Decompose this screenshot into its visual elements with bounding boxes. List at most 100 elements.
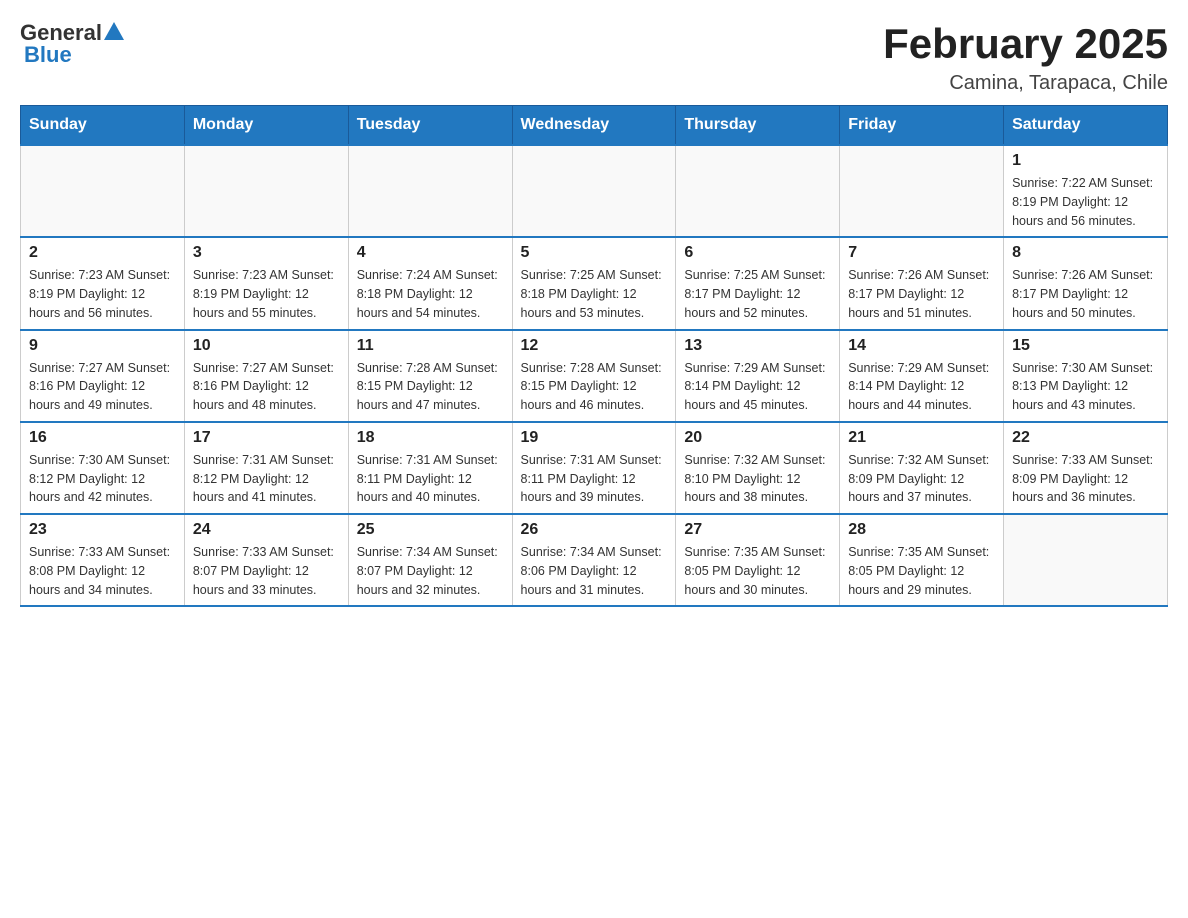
calendar-cell: 28Sunrise: 7:35 AM Sunset: 8:05 PM Dayli… bbox=[840, 514, 1004, 606]
calendar-cell bbox=[512, 145, 676, 237]
page-header: General Blue February 2025 Camina, Tarap… bbox=[20, 20, 1168, 95]
calendar-cell: 13 Sunrise: 7:29 AM Sunset: 8:14 PM Dayli… bbox=[676, 330, 840, 422]
day-number: 9 bbox=[29, 337, 176, 355]
day-info: Sunrise: 7:30 AM Sunset: 8:12 PM Dayligh… bbox=[29, 451, 176, 507]
weekday-header-thursday: Thursday bbox=[676, 106, 840, 146]
day-number: 14 bbox=[848, 337, 995, 355]
logo: General Blue bbox=[20, 20, 124, 68]
calendar-cell: 7 Sunrise: 7:26 AM Sunset: 8:17 PM Daylig… bbox=[840, 237, 1004, 329]
calendar-week-row: 9 Sunrise: 7:27 AM Sunset: 8:16 PM Daylig… bbox=[21, 330, 1168, 422]
day-info: Sunrise: 7:32 AM Sunset: 8:10 PM Dayligh… bbox=[684, 451, 831, 507]
day-info: Sunrise: 7:33 AM Sunset: 8:07 PM Dayligh… bbox=[193, 543, 340, 599]
calendar-cell: 15 Sunrise: 7:30 AM Sunset: 8:13 PM Dayli… bbox=[1004, 330, 1168, 422]
day-number: 25 bbox=[357, 521, 504, 539]
day-number: 23 bbox=[29, 521, 176, 539]
calendar-cell: 9 Sunrise: 7:27 AM Sunset: 8:16 PM Daylig… bbox=[21, 330, 185, 422]
day-info: Sunrise: 7:31 AM Sunset: 8:11 PM Dayligh… bbox=[357, 451, 504, 507]
weekday-header-wednesday: Wednesday bbox=[512, 106, 676, 146]
day-info: Sunrise: 7:25 AM Sunset: 8:18 PM Dayligh… bbox=[521, 266, 668, 322]
calendar-cell: 6 Sunrise: 7:25 AM Sunset: 8:17 PM Daylig… bbox=[676, 237, 840, 329]
calendar-cell: 27 Sunrise: 7:35 AM Sunset: 8:05 PM Dayli… bbox=[676, 514, 840, 606]
calendar-cell: 16 Sunrise: 7:30 AM Sunset: 8:12 PM Dayli… bbox=[21, 422, 185, 514]
calendar-cell: 23 Sunrise: 7:33 AM Sunset: 8:08 PM Dayli… bbox=[21, 514, 185, 606]
day-info: Sunrise: 7:25 AM Sunset: 8:17 PM Dayligh… bbox=[684, 266, 831, 322]
day-info: Sunrise: 7:27 AM Sunset: 8:16 PM Dayligh… bbox=[193, 359, 340, 415]
calendar-title: February 2025 bbox=[883, 20, 1168, 68]
day-info: Sunrise: 7:26 AM Sunset: 8:17 PM Dayligh… bbox=[1012, 266, 1159, 322]
day-info: Sunrise: 7:23 AM Sunset: 8:19 PM Dayligh… bbox=[193, 266, 340, 322]
calendar-cell: 19 Sunrise: 7:31 AM Sunset: 8:11 PM Dayli… bbox=[512, 422, 676, 514]
weekday-header-sunday: Sunday bbox=[21, 106, 185, 146]
day-number: 6 bbox=[684, 244, 831, 262]
day-number: 1 bbox=[1012, 152, 1159, 170]
calendar-cell: 17 Sunrise: 7:31 AM Sunset: 8:12 PM Dayli… bbox=[184, 422, 348, 514]
day-number: 16 bbox=[29, 429, 176, 447]
day-number: 27 bbox=[684, 521, 831, 539]
calendar-week-row: 16 Sunrise: 7:30 AM Sunset: 8:12 PM Dayli… bbox=[21, 422, 1168, 514]
weekday-header-saturday: Saturday bbox=[1004, 106, 1168, 146]
day-info: Sunrise: 7:26 AM Sunset: 8:17 PM Dayligh… bbox=[848, 266, 995, 322]
day-info: Sunrise: 7:33 AM Sunset: 8:09 PM Dayligh… bbox=[1012, 451, 1159, 507]
day-number: 22 bbox=[1012, 429, 1159, 447]
calendar-cell: 11Sunrise: 7:28 AM Sunset: 8:15 PM Dayli… bbox=[348, 330, 512, 422]
day-number: 26 bbox=[521, 521, 668, 539]
calendar-subtitle: Camina, Tarapaca, Chile bbox=[883, 72, 1168, 95]
day-info: Sunrise: 7:35 AM Sunset: 8:05 PM Dayligh… bbox=[848, 543, 995, 599]
calendar-week-row: 1 Sunrise: 7:22 AM Sunset: 8:19 PM Daylig… bbox=[21, 145, 1168, 237]
calendar-week-row: 2 Sunrise: 7:23 AM Sunset: 8:19 PM Daylig… bbox=[21, 237, 1168, 329]
day-number: 10 bbox=[193, 337, 340, 355]
calendar-cell: 18 Sunrise: 7:31 AM Sunset: 8:11 PM Dayli… bbox=[348, 422, 512, 514]
calendar-cell bbox=[348, 145, 512, 237]
day-info: Sunrise: 7:24 AM Sunset: 8:18 PM Dayligh… bbox=[357, 266, 504, 322]
day-info: Sunrise: 7:35 AM Sunset: 8:05 PM Dayligh… bbox=[684, 543, 831, 599]
day-number: 21 bbox=[848, 429, 995, 447]
calendar-cell: 1 Sunrise: 7:22 AM Sunset: 8:19 PM Daylig… bbox=[1004, 145, 1168, 237]
day-number: 15 bbox=[1012, 337, 1159, 355]
calendar-cell bbox=[21, 145, 185, 237]
day-number: 5 bbox=[521, 244, 668, 262]
calendar-header-row: SundayMondayTuesdayWednesdayThursdayFrid… bbox=[21, 106, 1168, 146]
calendar-cell: 24 Sunrise: 7:33 AM Sunset: 8:07 PM Dayli… bbox=[184, 514, 348, 606]
day-number: 8 bbox=[1012, 244, 1159, 262]
day-number: 3 bbox=[193, 244, 340, 262]
day-number: 18 bbox=[357, 429, 504, 447]
day-info: Sunrise: 7:31 AM Sunset: 8:12 PM Dayligh… bbox=[193, 451, 340, 507]
calendar-cell: 22 Sunrise: 7:33 AM Sunset: 8:09 PM Dayli… bbox=[1004, 422, 1168, 514]
calendar-cell: 2Sunrise: 7:23 AM Sunset: 8:19 PM Daylig… bbox=[21, 237, 185, 329]
logo-blue-text: Blue bbox=[24, 42, 72, 68]
day-info: Sunrise: 7:34 AM Sunset: 8:07 PM Dayligh… bbox=[357, 543, 504, 599]
day-number: 13 bbox=[684, 337, 831, 355]
day-number: 19 bbox=[521, 429, 668, 447]
day-info: Sunrise: 7:34 AM Sunset: 8:06 PM Dayligh… bbox=[521, 543, 668, 599]
day-info: Sunrise: 7:29 AM Sunset: 8:14 PM Dayligh… bbox=[848, 359, 995, 415]
day-info: Sunrise: 7:30 AM Sunset: 8:13 PM Dayligh… bbox=[1012, 359, 1159, 415]
day-info: Sunrise: 7:32 AM Sunset: 8:09 PM Dayligh… bbox=[848, 451, 995, 507]
calendar-cell: 5 Sunrise: 7:25 AM Sunset: 8:18 PM Daylig… bbox=[512, 237, 676, 329]
calendar-cell: 4 Sunrise: 7:24 AM Sunset: 8:18 PM Daylig… bbox=[348, 237, 512, 329]
day-info: Sunrise: 7:31 AM Sunset: 8:11 PM Dayligh… bbox=[521, 451, 668, 507]
day-number: 12 bbox=[521, 337, 668, 355]
day-number: 20 bbox=[684, 429, 831, 447]
day-number: 7 bbox=[848, 244, 995, 262]
logo-triangle-icon bbox=[104, 22, 124, 40]
day-info: Sunrise: 7:22 AM Sunset: 8:19 PM Dayligh… bbox=[1012, 174, 1159, 230]
day-number: 17 bbox=[193, 429, 340, 447]
weekday-header-tuesday: Tuesday bbox=[348, 106, 512, 146]
calendar-cell: 12 Sunrise: 7:28 AM Sunset: 8:15 PM Dayli… bbox=[512, 330, 676, 422]
calendar-cell bbox=[840, 145, 1004, 237]
day-info: Sunrise: 7:29 AM Sunset: 8:14 PM Dayligh… bbox=[684, 359, 831, 415]
calendar-cell: 10 Sunrise: 7:27 AM Sunset: 8:16 PM Dayli… bbox=[184, 330, 348, 422]
day-info: Sunrise: 7:28 AM Sunset: 8:15 PM Dayligh… bbox=[521, 359, 668, 415]
day-number: 24 bbox=[193, 521, 340, 539]
calendar-cell: 21 Sunrise: 7:32 AM Sunset: 8:09 PM Dayli… bbox=[840, 422, 1004, 514]
calendar-cell: 8 Sunrise: 7:26 AM Sunset: 8:17 PM Daylig… bbox=[1004, 237, 1168, 329]
calendar-cell bbox=[1004, 514, 1168, 606]
day-info: Sunrise: 7:33 AM Sunset: 8:08 PM Dayligh… bbox=[29, 543, 176, 599]
day-number: 4 bbox=[357, 244, 504, 262]
calendar-table: SundayMondayTuesdayWednesdayThursdayFrid… bbox=[20, 105, 1168, 607]
calendar-cell: 26 Sunrise: 7:34 AM Sunset: 8:06 PM Dayli… bbox=[512, 514, 676, 606]
day-number: 2 bbox=[29, 244, 176, 262]
calendar-cell: 14 Sunrise: 7:29 AM Sunset: 8:14 PM Dayli… bbox=[840, 330, 1004, 422]
day-info: Sunrise: 7:27 AM Sunset: 8:16 PM Dayligh… bbox=[29, 359, 176, 415]
weekday-header-friday: Friday bbox=[840, 106, 1004, 146]
